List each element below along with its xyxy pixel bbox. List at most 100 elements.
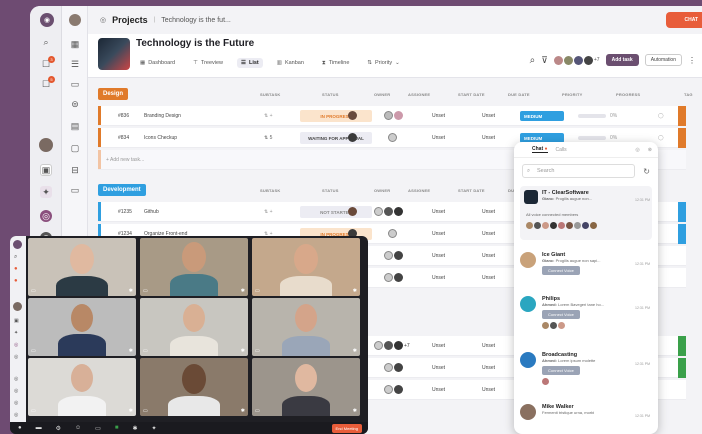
due-date[interactable]: Unset bbox=[482, 209, 495, 215]
due-date[interactable]: Unset bbox=[482, 113, 495, 119]
share-icon[interactable]: ⚙ bbox=[56, 425, 61, 432]
search-input[interactable]: ⌕ Search bbox=[522, 164, 636, 178]
chat-item-group[interactable]: IT - ClearSoftware Gianc: Progilis augue… bbox=[520, 186, 652, 240]
subtask-icon[interactable]: ⇅ + bbox=[264, 209, 273, 215]
start-date[interactable]: Unset bbox=[432, 343, 445, 349]
record-icon[interactable]: ■ bbox=[115, 425, 119, 431]
inbox-icon[interactable]: ● bbox=[14, 278, 18, 284]
folder-icon[interactable]: ▭ bbox=[69, 78, 81, 90]
camera-icon[interactable]: ▭ bbox=[255, 408, 260, 414]
task-name[interactable]: Icons Checkup bbox=[144, 135, 177, 141]
chat-item[interactable]: Broadcasting Ahmed: Lorem ipsum molette … bbox=[520, 348, 652, 398]
archive-icon[interactable]: ⊟ bbox=[69, 164, 81, 176]
pin-icon[interactable]: ✱ bbox=[129, 348, 133, 354]
board-icon[interactable]: ▤ bbox=[69, 120, 81, 132]
chat-item[interactable]: Ice Giant Gianc: Progilis augue non sapi… bbox=[520, 248, 652, 288]
status-badge[interactable]: NOT STARTED bbox=[300, 206, 372, 218]
participants-icon[interactable]: ☺ bbox=[75, 425, 81, 431]
assignee-avatars[interactable] bbox=[384, 251, 403, 260]
due-date[interactable]: Unset bbox=[482, 135, 495, 141]
tab-chat[interactable]: Chat ● bbox=[532, 146, 548, 153]
tab-kanban[interactable]: ▥ Kanban bbox=[273, 58, 308, 68]
chat-item[interactable]: Philips Ahmed: Lorem Bavegeri tane ho...… bbox=[520, 292, 652, 342]
tab-timeline[interactable]: ⧗ Timeline bbox=[318, 58, 353, 69]
workspace-icon[interactable]: ▣ bbox=[14, 318, 19, 324]
participant-tile[interactable]: ▭ ✱ bbox=[252, 298, 360, 356]
more-icon[interactable]: ✦ bbox=[151, 425, 156, 432]
owner-avatar[interactable] bbox=[348, 133, 357, 142]
chat-button[interactable]: CHAT bbox=[666, 12, 702, 28]
breadcrumb[interactable]: Technology is the fut... bbox=[161, 17, 231, 24]
pin-icon[interactable]: ✱ bbox=[241, 288, 245, 294]
camera-icon[interactable]: ▭ bbox=[31, 288, 36, 294]
due-date[interactable]: Unset bbox=[482, 275, 495, 281]
tab-list[interactable]: ☰ List bbox=[237, 58, 263, 68]
search-icon[interactable]: ⌕ bbox=[14, 254, 17, 261]
page-title[interactable]: Projects bbox=[112, 15, 148, 25]
participant-tile[interactable]: ▭ ✱ bbox=[252, 358, 360, 416]
group-header-design[interactable]: Design bbox=[98, 88, 129, 100]
settings-icon[interactable]: ✱ bbox=[132, 425, 137, 432]
table-row[interactable]: #836 Branding Design ⇅ + IN PROGRESS Uns… bbox=[98, 105, 686, 126]
due-date[interactable]: Unset bbox=[482, 365, 495, 371]
connect-voice-button[interactable]: Connect Voice bbox=[542, 310, 580, 319]
workspace-icon[interactable]: ▣ bbox=[40, 164, 52, 176]
participant-tile[interactable]: ▭ ✱ bbox=[140, 298, 248, 356]
search-icon[interactable]: ⌕ bbox=[40, 36, 52, 48]
profile-avatar[interactable] bbox=[69, 14, 81, 26]
workspace-icon-3[interactable]: ◎ bbox=[14, 342, 18, 348]
camera-icon[interactable]: ▭ bbox=[143, 408, 148, 414]
pin-icon[interactable]: ✱ bbox=[129, 408, 133, 414]
participant-tile[interactable]: ▭ ✱ bbox=[140, 358, 248, 416]
participant-tile[interactable]: ▭ ✱ bbox=[28, 238, 136, 296]
camera-icon[interactable]: ▬ bbox=[36, 425, 42, 431]
due-date[interactable]: Unset bbox=[482, 253, 495, 259]
workspace-icon-7[interactable]: ◎ bbox=[14, 400, 18, 406]
pin-icon[interactable]: ✱ bbox=[353, 288, 357, 294]
workspace-icon-2[interactable]: ✦ bbox=[14, 330, 18, 336]
priority-filter[interactable]: ⇅ Priority ⌄ bbox=[363, 58, 403, 68]
chat-item[interactable]: Mike Walker Fermenti tristique urna, mor… bbox=[520, 402, 652, 432]
workspace-icon-4[interactable]: ◎ bbox=[14, 354, 18, 360]
layers-icon[interactable]: ⊜ bbox=[69, 98, 81, 110]
priority-badge[interactable]: MEDIUM bbox=[520, 111, 564, 121]
camera-icon[interactable]: ▭ bbox=[255, 348, 260, 354]
owner-avatar[interactable] bbox=[348, 111, 357, 120]
camera-icon[interactable]: ▭ bbox=[31, 408, 36, 414]
start-date[interactable]: Unset bbox=[432, 113, 445, 119]
settings-icon[interactable]: ◎ bbox=[635, 147, 639, 153]
pin-icon[interactable]: ✱ bbox=[353, 408, 357, 414]
due-date[interactable]: Unset bbox=[482, 387, 495, 393]
assignee-avatars[interactable] bbox=[374, 207, 403, 216]
participant-tile[interactable]: ▭ ✱ bbox=[28, 298, 136, 356]
start-date[interactable]: Unset bbox=[432, 275, 445, 281]
doc-icon[interactable]: ▢ bbox=[69, 142, 81, 154]
due-date[interactable]: Unset bbox=[482, 343, 495, 349]
assignee-avatars[interactable] bbox=[384, 273, 403, 282]
workspace-icon-6[interactable]: ◎ bbox=[14, 388, 18, 394]
assignee-avatar[interactable] bbox=[388, 133, 397, 142]
automation-button[interactable]: Automation bbox=[644, 54, 682, 66]
video-icon[interactable]: ▭ bbox=[69, 184, 81, 196]
group-header-development[interactable]: Development bbox=[98, 184, 146, 196]
owner-avatar[interactable] bbox=[348, 207, 357, 216]
connect-voice-button[interactable]: Connect Voice bbox=[542, 366, 580, 375]
pin-icon[interactable]: ✱ bbox=[241, 408, 245, 414]
assignee-avatars[interactable] bbox=[384, 363, 403, 372]
notification-icon[interactable]: ● bbox=[14, 266, 18, 272]
subtask-icon[interactable]: ⇅ + bbox=[264, 113, 273, 119]
start-date[interactable]: Unset bbox=[432, 209, 445, 215]
assignee-avatar[interactable] bbox=[388, 229, 397, 238]
more-icon[interactable]: ⋮ bbox=[688, 56, 696, 65]
members-avatars[interactable]: +7 bbox=[553, 55, 600, 65]
new-chat-icon[interactable]: ↻ bbox=[643, 167, 650, 176]
pin-icon[interactable]: ✱ bbox=[353, 348, 357, 354]
chat-icon[interactable]: ▭ bbox=[95, 425, 101, 432]
end-meeting-button[interactable]: End Meeting bbox=[331, 423, 362, 433]
assignee-avatars[interactable]: +7 bbox=[374, 341, 410, 350]
due-date[interactable]: Unset bbox=[482, 231, 495, 237]
assignee-avatars[interactable] bbox=[384, 111, 403, 120]
list-icon[interactable]: ☰ bbox=[69, 58, 81, 70]
filter-icon[interactable]: ⊽ bbox=[541, 55, 548, 66]
workspace-icon-2[interactable]: ✦ bbox=[40, 186, 52, 198]
